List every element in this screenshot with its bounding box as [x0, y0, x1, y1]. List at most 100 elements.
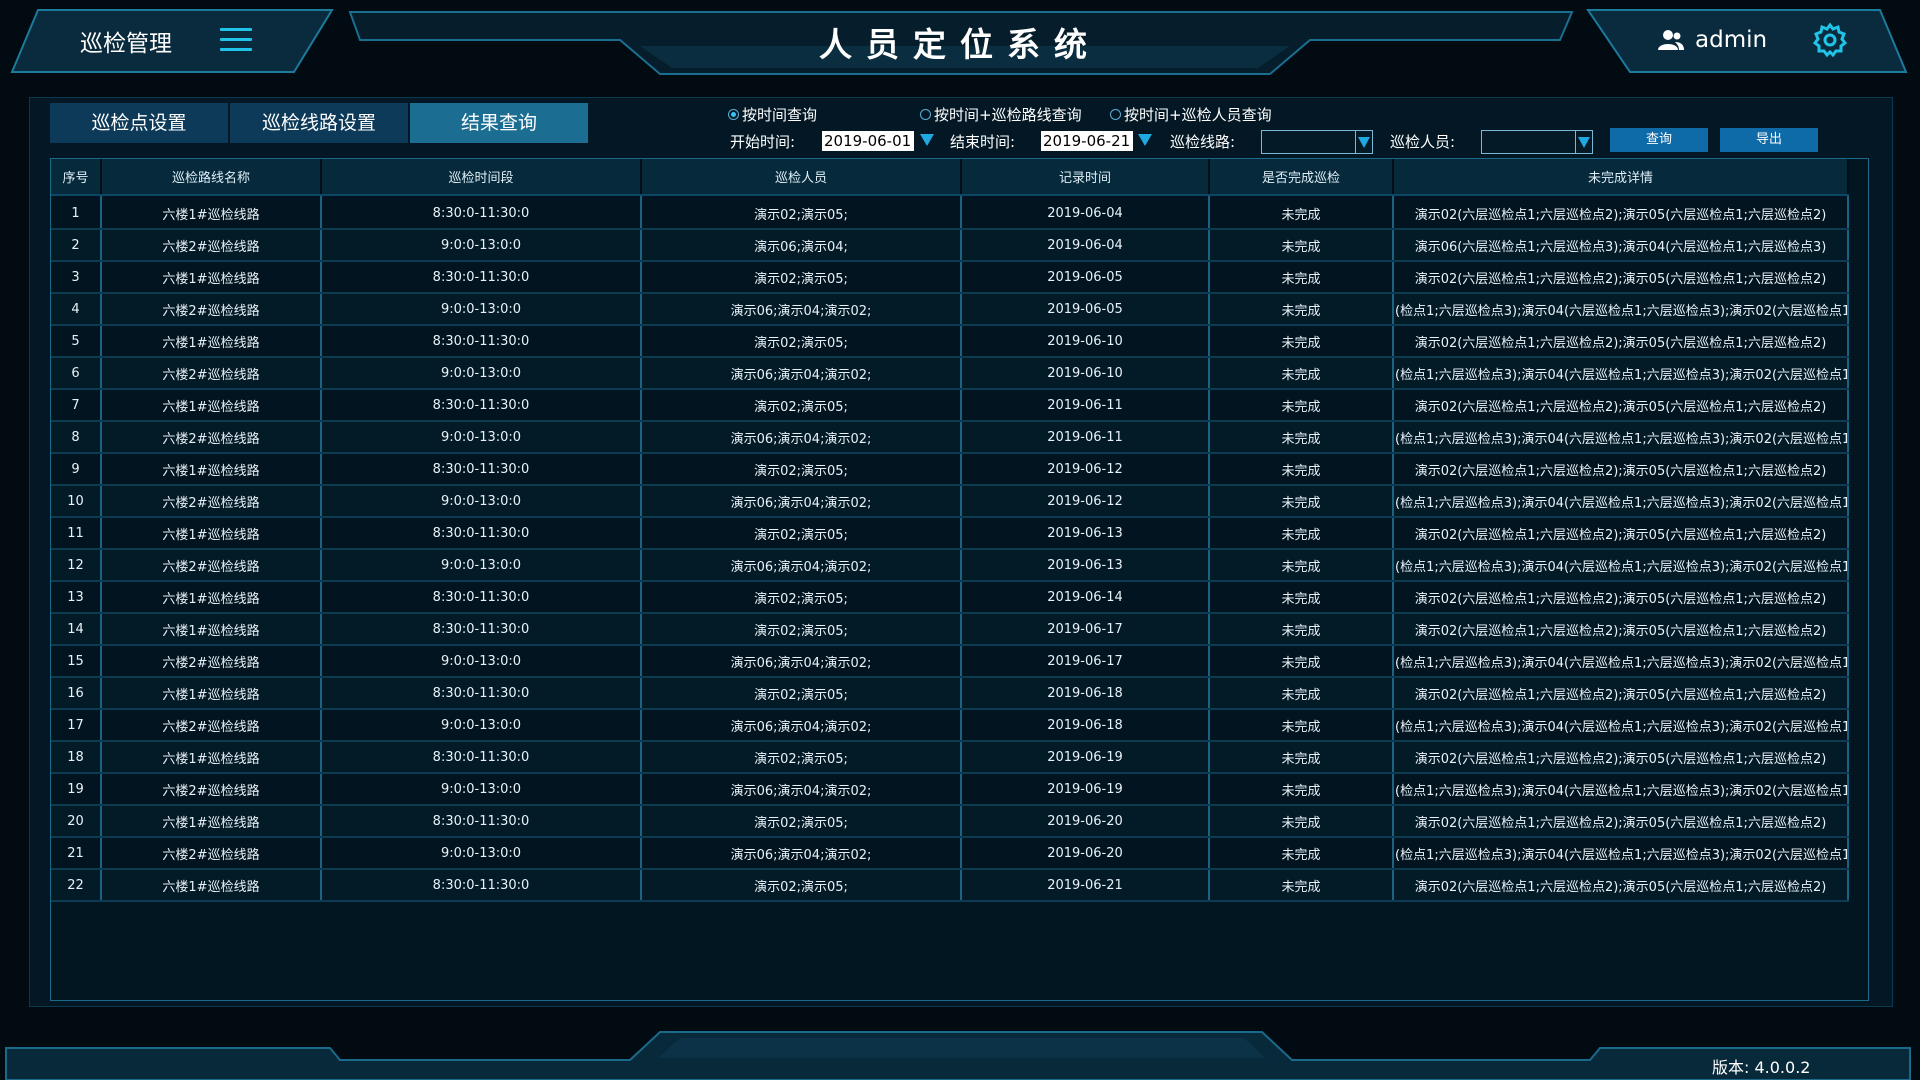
table-cell: 演示02(六层巡检点1;六层巡检点2);演示05(六层巡检点1;六层巡检点2)	[1393, 581, 1849, 614]
table-row[interactable]: 7 六楼1#巡检线路 8:30:0-11:30:0 演示02;演示05; 2019-06…	[51, 389, 1849, 422]
table-cell: (检点1;六层巡检点3);演示04(六层巡检点1;六层巡检点3);演示02(六层…	[1393, 293, 1849, 326]
person-select[interactable]	[1481, 130, 1593, 154]
col-header[interactable]: 巡检人员	[641, 159, 962, 196]
radio-dot-icon[interactable]	[728, 109, 739, 120]
table-row[interactable]: 17 六楼2#巡检线路 9:0:0-13:0:0 演示06;演示04;演示02; 201…	[51, 709, 1849, 742]
table-row[interactable]: 20 六楼1#巡检线路 8:30:0-11:30:0 演示02;演示05; 2019-0…	[51, 805, 1849, 838]
route-select[interactable]	[1261, 130, 1373, 154]
table-row[interactable]: 22 六楼1#巡检线路 8:30:0-11:30:0 演示02;演示05; 2019-0…	[51, 869, 1849, 902]
dropdown-arrow-icon[interactable]	[1355, 131, 1372, 153]
start-date-input[interactable]: 2019-06-01	[822, 131, 914, 151]
col-header[interactable]: 是否完成巡检	[1209, 159, 1394, 196]
table-cell: 2019-06-13	[961, 549, 1210, 582]
table-cell: 19	[51, 773, 102, 806]
table-cell: 六楼1#巡检线路	[101, 805, 322, 838]
table-cell: 2019-06-19	[961, 773, 1210, 806]
table-cell: 六楼1#巡检线路	[101, 261, 322, 294]
table-cell: 12	[51, 549, 102, 582]
table-cell: 演示06;演示04;演示02;	[641, 293, 962, 326]
table-cell: 六楼2#巡检线路	[101, 421, 322, 454]
table-row[interactable]: 1 六楼1#巡检线路 8:30:0-11:30:0 演示02;演示05; 2019-06…	[51, 195, 1849, 230]
table-row[interactable]: 12 六楼2#巡检线路 9:0:0-13:0:0 演示06;演示04;演示02; 201…	[51, 549, 1849, 582]
table-cell: 演示02(六层巡检点1;六层巡检点2);演示05(六层巡检点1;六层巡检点2)	[1393, 741, 1849, 774]
table-row[interactable]: 5 六楼1#巡检线路 8:30:0-11:30:0 演示02;演示05; 2019-06…	[51, 325, 1849, 358]
table-cell: 8:30:0-11:30:0	[321, 389, 642, 422]
table-cell: 六楼2#巡检线路	[101, 645, 322, 678]
dropdown-arrow-icon[interactable]	[1575, 131, 1592, 153]
radio-time-person-query[interactable]: 按时间+巡检人员查询	[1110, 104, 1272, 125]
table-cell: 六楼2#巡检线路	[101, 773, 322, 806]
table-row[interactable]: 9 六楼1#巡检线路 8:30:0-11:30:0 演示02;演示05; 2019-06…	[51, 453, 1849, 486]
table-row[interactable]: 18 六楼1#巡检线路 8:30:0-11:30:0 演示02;演示05; 2019-0…	[51, 741, 1849, 774]
gear-icon[interactable]	[1812, 22, 1848, 58]
table-cell: 13	[51, 581, 102, 614]
dropdown-arrow-icon[interactable]	[1138, 134, 1152, 146]
table-cell: 演示06;演示04;演示02;	[641, 485, 962, 518]
user-info[interactable]: admin	[1655, 24, 1767, 56]
dropdown-arrow-icon[interactable]	[920, 134, 934, 146]
table-row[interactable]: 13 六楼1#巡检线路 8:30:0-11:30:0 演示02;演示05; 2019-0…	[51, 581, 1849, 614]
table-cell: 演示02(六层巡检点1;六层巡检点2);演示05(六层巡检点1;六层巡检点2)	[1393, 389, 1849, 422]
menu-icon[interactable]	[220, 28, 252, 54]
table-cell: 9:0:0-13:0:0	[321, 357, 642, 390]
table-cell: 8:30:0-11:30:0	[321, 581, 642, 614]
end-date-input[interactable]: 2019-06-21	[1041, 131, 1133, 151]
table-cell: 8:30:0-11:30:0	[321, 741, 642, 774]
table-cell: 演示02;演示05;	[641, 453, 962, 486]
table-cell: 未完成	[1209, 389, 1394, 422]
table-row[interactable]: 19 六楼2#巡检线路 9:0:0-13:0:0 演示06;演示04;演示02; 201…	[51, 773, 1849, 806]
radio-time-query[interactable]: 按时间查询	[728, 104, 817, 125]
table-cell: 2019-06-04	[961, 195, 1210, 230]
tab-checkpoint-settings[interactable]: 巡检点设置	[50, 103, 228, 143]
query-button[interactable]: 查询	[1610, 128, 1708, 152]
radio-dot-icon[interactable]	[920, 109, 931, 120]
tab-result-query[interactable]: 结果查询	[410, 103, 588, 143]
col-header[interactable]: 记录时间	[961, 159, 1210, 196]
table-cell: 8:30:0-11:30:0	[321, 325, 642, 358]
table-cell: 未完成	[1209, 229, 1394, 262]
table-cell: 未完成	[1209, 773, 1394, 806]
table-cell: 六楼1#巡检线路	[101, 677, 322, 710]
table-row[interactable]: 16 六楼1#巡检线路 8:30:0-11:30:0 演示02;演示05; 2019-0…	[51, 677, 1849, 710]
table-cell: 16	[51, 677, 102, 710]
export-button[interactable]: 导出	[1720, 128, 1818, 152]
table-cell: 演示02;演示05;	[641, 325, 962, 358]
table-cell: (检点1;六层巡检点3);演示04(六层巡检点1;六层巡检点3);演示02(六层…	[1393, 421, 1849, 454]
col-header[interactable]: 序号	[51, 159, 102, 196]
table-cell: (检点1;六层巡检点3);演示04(六层巡检点1;六层巡检点3);演示02(六层…	[1393, 709, 1849, 742]
table-row[interactable]: 2 六楼2#巡检线路 9:0:0-13:0:0 演示06;演示04; 2019-06-0…	[51, 229, 1849, 262]
table-row[interactable]: 14 六楼1#巡检线路 8:30:0-11:30:0 演示02;演示05; 2019-0…	[51, 613, 1849, 646]
table-cell: (检点1;六层巡检点3);演示04(六层巡检点1;六层巡检点3);演示02(六层…	[1393, 485, 1849, 518]
table-cell: 六楼2#巡检线路	[101, 357, 322, 390]
table-cell: 22	[51, 869, 102, 902]
version-label: 版本: 4.0.0.2	[1712, 1058, 1811, 1077]
table-cell: 未完成	[1209, 293, 1394, 326]
table-row[interactable]: 10 六楼2#巡检线路 9:0:0-13:0:0 演示06;演示04;演示02; 201…	[51, 485, 1849, 518]
table-cell: 演示02(六层巡检点1;六层巡检点2);演示05(六层巡检点1;六层巡检点2)	[1393, 613, 1849, 646]
col-header[interactable]: 未完成详情	[1393, 159, 1849, 196]
col-header[interactable]: 巡检时间段	[321, 159, 642, 196]
table-row[interactable]: 15 六楼2#巡检线路 9:0:0-13:0:0 演示06;演示04;演示02; 201…	[51, 645, 1849, 678]
table-cell: 未完成	[1209, 741, 1394, 774]
table-row[interactable]: 3 六楼1#巡检线路 8:30:0-11:30:0 演示02;演示05; 2019-06…	[51, 261, 1849, 294]
table-row[interactable]: 8 六楼2#巡检线路 9:0:0-13:0:0 演示06;演示04;演示02; 2019…	[51, 421, 1849, 454]
route-label: 巡检线路:	[1170, 133, 1236, 151]
table-cell: 演示02;演示05;	[641, 805, 962, 838]
table-cell: 六楼1#巡检线路	[101, 613, 322, 646]
table-cell: 20	[51, 805, 102, 838]
table-cell: 未完成	[1209, 549, 1394, 582]
table-cell: 8:30:0-11:30:0	[321, 805, 642, 838]
table-cell: 2019-06-11	[961, 421, 1210, 454]
table-row[interactable]: 11 六楼1#巡检线路 8:30:0-11:30:0 演示02;演示05; 2019-0…	[51, 517, 1849, 550]
table-row[interactable]: 4 六楼2#巡检线路 9:0:0-13:0:0 演示06;演示04;演示02; 2019…	[51, 293, 1849, 326]
table-cell: 六楼1#巡检线路	[101, 869, 322, 902]
radio-time-route-query[interactable]: 按时间+巡检路线查询	[920, 104, 1082, 125]
table-cell: 未完成	[1209, 805, 1394, 838]
table-row[interactable]: 21 六楼2#巡检线路 9:0:0-13:0:0 演示06;演示04;演示02; 201…	[51, 837, 1849, 870]
table-row[interactable]: 6 六楼2#巡检线路 9:0:0-13:0:0 演示06;演示04;演示02; 2019…	[51, 357, 1849, 390]
radio-dot-icon[interactable]	[1110, 109, 1121, 120]
col-header[interactable]: 巡检路线名称	[101, 159, 322, 196]
user-name: admin	[1695, 27, 1768, 53]
table-cell: 17	[51, 709, 102, 742]
tab-route-settings[interactable]: 巡检线路设置	[230, 103, 408, 143]
